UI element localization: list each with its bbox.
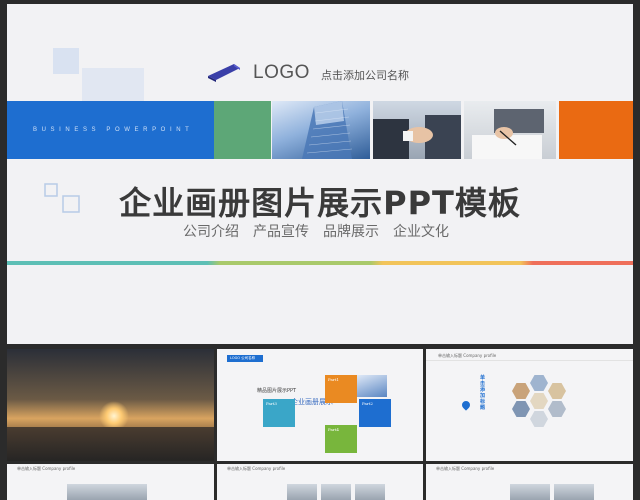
subtitle-company-intro[interactable]: 公司介绍 <box>183 221 239 241</box>
banner-blue-block: BUSINESS POWERPOINT <box>7 101 214 159</box>
hex-photo <box>512 383 530 399</box>
slide-thumbnail[interactable]: 单击输入标题 Company profile <box>7 464 214 500</box>
decor-square <box>53 48 79 74</box>
color-divider-bar <box>7 261 633 265</box>
thumb-photo <box>287 484 317 500</box>
page-title[interactable]: 企业画册图片展示PPT模板 <box>7 178 633 224</box>
thumb-photo <box>67 484 147 500</box>
thumb-header: 单击输入标题 Company profile <box>17 466 76 471</box>
slide-sorter-view: LOGO 点击添加公司名称 BUSINESS POWERPOINT 企业画册图片… <box>0 0 640 500</box>
banner-subtitle: BUSINESS POWERPOINT <box>33 127 194 133</box>
thumb-title: 精品图片展示PPT <box>257 388 297 394</box>
hex-photo <box>530 375 548 391</box>
thumb-photo <box>510 484 550 500</box>
thumb-photo <box>321 484 351 500</box>
thumb-header: 单击输入标题 Company profile <box>436 466 495 471</box>
part-tile: Part3 <box>263 399 295 427</box>
city-skyline <box>7 427 214 461</box>
slide-thumbnail[interactable]: 单击输入标题 Company profile <box>217 464 423 500</box>
hex-photo <box>530 393 548 409</box>
part-tile: Part1 <box>325 375 357 403</box>
thumb-photo <box>357 375 387 397</box>
thumb-header: 单击输入标题 Company profile <box>438 353 497 358</box>
banner-green-block <box>214 101 271 159</box>
thumb-divider <box>426 360 633 361</box>
slide-thumbnail[interactable]: LOGO 公司名称 精品图片展示PPT 企业画册展示 Part1 Part2 P… <box>217 349 423 461</box>
thumb-photo <box>554 484 594 500</box>
slide-thumbnail[interactable]: 单击输入标题 Company profile <box>426 464 633 500</box>
location-pin-icon <box>460 399 472 411</box>
thumb-click-title: 单击添加标题 <box>480 375 486 411</box>
slide-thumbnail[interactable] <box>7 349 214 461</box>
thumb-photo <box>355 484 385 500</box>
writing-photo <box>464 101 556 159</box>
logo-mark-icon <box>208 64 240 82</box>
subtitle-row: 公司介绍 产品宣传 品牌展示 企业文化 <box>183 221 449 241</box>
hex-photo <box>530 411 548 427</box>
part-tile: Part4 <box>325 425 357 453</box>
thumb-tag: LOGO 公司名称 <box>227 355 263 362</box>
company-name-placeholder[interactable]: 点击添加公司名称 <box>321 67 409 83</box>
thumb-header: 单击输入标题 Company profile <box>227 466 286 471</box>
hex-photo <box>548 383 566 399</box>
main-slide[interactable]: LOGO 点击添加公司名称 BUSINESS POWERPOINT 企业画册图片… <box>7 4 633 344</box>
subtitle-corporate-culture[interactable]: 企业文化 <box>393 221 449 241</box>
image-banner: BUSINESS POWERPOINT <box>7 101 633 159</box>
hex-photo <box>512 401 530 417</box>
subtitle-brand-display[interactable]: 品牌展示 <box>323 221 379 241</box>
hex-photo <box>548 401 566 417</box>
banner-orange-block <box>559 101 633 159</box>
logo-text[interactable]: LOGO <box>253 62 310 84</box>
part-tile: Part2 <box>359 399 391 427</box>
subtitle-product-promo[interactable]: 产品宣传 <box>253 221 309 241</box>
building-photo <box>272 101 370 159</box>
slide-thumbnail[interactable]: 单击输入标题 Company profile 单击添加标题 <box>426 349 633 461</box>
handshake-photo <box>373 101 461 159</box>
